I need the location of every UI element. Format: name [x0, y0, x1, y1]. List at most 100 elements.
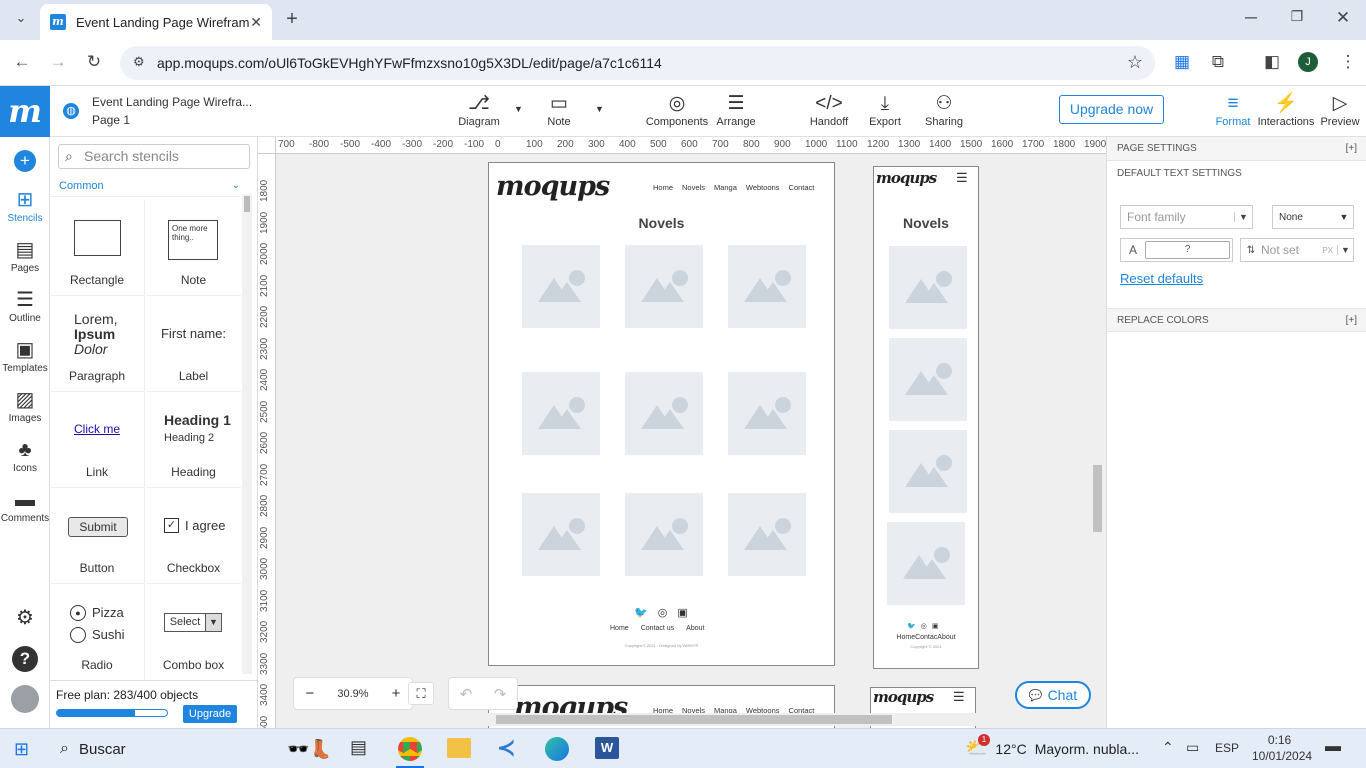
font-size-field[interactable]: A ? [1120, 238, 1233, 262]
edge-icon[interactable] [545, 737, 569, 761]
image-placeholder[interactable] [728, 245, 806, 328]
new-tab-icon[interactable]: + [277, 8, 307, 31]
extensions-puzzle-icon[interactable]: ⧉ [1203, 52, 1233, 72]
window-close-icon[interactable]: ✕ [1328, 8, 1358, 28]
profile-avatar[interactable]: J [1298, 52, 1318, 72]
mobile-facebook-icon[interactable]: ▣ [932, 622, 939, 630]
line-height-field[interactable]: ⇅ Not set PX ▼ [1240, 238, 1354, 262]
image-placeholder[interactable] [522, 372, 600, 455]
rail-images[interactable]: ▨ Images [0, 387, 50, 424]
hamburger-menu-icon[interactable]: ☰ [956, 170, 968, 186]
stencil-note[interactable]: One more thing.. Note [146, 200, 241, 296]
taskbar-search[interactable]: ⌕ Buscar 🕶️👢 [48, 733, 338, 765]
image-placeholder[interactable] [625, 372, 703, 455]
arrange-tool[interactable]: ☰ Arrange [701, 92, 771, 128]
weather-widget[interactable]: ⛅ 1 12°C Mayorm. nubla... [965, 734, 1139, 759]
side-panel-icon[interactable]: ◧ [1257, 52, 1287, 72]
rail-pages[interactable]: ▤ Pages [0, 237, 50, 274]
preview-tab[interactable]: ▷ Preview [1305, 92, 1366, 128]
redo-icon[interactable]: ↷ [494, 685, 507, 703]
desktop-page-frame[interactable]: moqups Home Novels Manga Webtoons Contac… [488, 162, 835, 666]
restore-icon[interactable]: ❐ [1282, 8, 1312, 25]
stencils-scrollbar[interactable] [242, 194, 252, 674]
minimize-icon[interactable]: ─ [1236, 8, 1266, 28]
undo-icon[interactable]: ↶ [460, 685, 473, 703]
image-placeholder[interactable] [625, 245, 703, 328]
image-placeholder[interactable] [625, 493, 703, 576]
back-icon[interactable]: ← [7, 52, 37, 72]
language-indicator[interactable]: ESP [1215, 741, 1239, 755]
vscode-icon[interactable]: ≺ [497, 735, 515, 761]
mobile-instagram-icon[interactable]: ◎ [921, 622, 927, 630]
vertical-scroll-thumb[interactable] [1093, 465, 1102, 532]
file-explorer-icon[interactable] [447, 738, 471, 758]
task-view-icon[interactable]: ▤ [350, 737, 367, 758]
mobile-page-frame[interactable]: moqups ☰ Novels 🐦 ◎ ▣ HomeContacAbout Co… [873, 166, 979, 669]
tray-chevron-icon[interactable]: ⌃ [1162, 739, 1174, 756]
horizontal-scroll-thumb[interactable] [496, 715, 892, 724]
notifications-icon[interactable]: ▬ [1325, 738, 1341, 756]
diagram-tool[interactable]: ⎇ Diagram [444, 92, 514, 128]
font-style-select[interactable]: None ▼ [1272, 205, 1354, 229]
word-icon[interactable]: W [595, 737, 619, 759]
extension-grid-icon[interactable]: ▦ [1167, 52, 1197, 72]
image-placeholder[interactable] [522, 493, 600, 576]
reload-icon[interactable]: ↻ [79, 52, 109, 72]
sharing-tool[interactable]: ⚇ Sharing [909, 92, 979, 128]
diagram-dropdown-icon[interactable]: ▼ [514, 104, 523, 114]
stencil-label[interactable]: First name: Label [146, 296, 241, 392]
stencil-heading[interactable]: Heading 1 Heading 2 Heading [146, 392, 241, 488]
image-placeholder[interactable] [887, 522, 965, 605]
nav-manga[interactable]: Manga [714, 183, 737, 192]
zoom-out-icon[interactable]: − [306, 685, 315, 702]
image-placeholder[interactable] [522, 245, 600, 328]
help-icon[interactable]: ? [12, 646, 38, 672]
settings-gear-icon[interactable]: ⚙ [0, 605, 50, 631]
rail-comments[interactable]: ▬ Comments [0, 487, 50, 524]
forward-icon[interactable]: → [43, 52, 73, 72]
hamburger-menu-icon-2[interactable]: ☰ [953, 689, 965, 705]
upgrade-now-button[interactable]: Upgrade now [1059, 95, 1164, 124]
font-family-select[interactable]: Font family ▼ [1120, 205, 1253, 229]
image-placeholder[interactable] [889, 246, 967, 329]
rail-templates[interactable]: ▣ Templates [0, 337, 50, 374]
bookmark-star-icon[interactable]: ☆ [1127, 52, 1143, 73]
note-tool[interactable]: ▭ Note [524, 92, 594, 128]
clock[interactable]: 0:16 10/01/2024 [1252, 732, 1312, 764]
moqups-logo[interactable]: m [0, 86, 50, 137]
project-name[interactable]: Event Landing Page Wirefra... [92, 95, 252, 109]
rail-icons[interactable]: ♣ Icons [0, 437, 50, 474]
tab-close-icon[interactable]: ✕ [250, 14, 262, 31]
facebook-icon[interactable]: ▣ [677, 606, 687, 619]
replace-colors-section[interactable]: REPLACE COLORS [+] [1107, 308, 1366, 332]
image-placeholder[interactable] [889, 430, 967, 513]
rail-stencils[interactable]: ⊞ Stencils [0, 187, 50, 224]
horizontal-scrollbar[interactable] [286, 713, 1086, 726]
stencil-link[interactable]: Click me Link [50, 392, 145, 488]
chrome-taskbar-icon[interactable] [398, 737, 422, 761]
image-placeholder[interactable] [728, 372, 806, 455]
reset-defaults-link[interactable]: Reset defaults [1120, 271, 1203, 286]
globe-icon[interactable]: ◍ [63, 103, 79, 119]
user-avatar[interactable] [11, 685, 39, 713]
url-field[interactable]: ⚙ app.moqups.com/oUl6ToGkEVHghYFwFfmzxsn… [120, 46, 1155, 80]
stencil-button[interactable]: Submit Button [50, 488, 145, 584]
zoom-in-icon[interactable]: + [392, 685, 401, 702]
image-placeholder[interactable] [889, 338, 967, 421]
stencil-checkbox[interactable]: ✓ I agree Checkbox [146, 488, 241, 584]
zoom-level[interactable]: 30.9% [337, 688, 368, 700]
plan-upgrade-button[interactable]: Upgrade [183, 705, 237, 723]
mobile-twitter-icon[interactable]: 🐦 [907, 622, 916, 630]
search-stencils-input[interactable]: ⌕ Search stencils [58, 144, 250, 169]
image-placeholder[interactable] [728, 493, 806, 576]
stencil-rectangle[interactable]: Rectangle [50, 200, 145, 296]
chrome-menu-icon[interactable]: ⋮ [1333, 52, 1363, 72]
page-name[interactable]: Page 1 [92, 113, 130, 127]
stencil-paragraph[interactable]: Lorem, Ipsum Dolor Paragraph [50, 296, 145, 392]
canvas[interactable]: 700 -800 -500 -400 -300 -200 -100 0 100 200 300 400… [258, 137, 1106, 728]
site-info-icon[interactable]: ⚙ [133, 54, 145, 70]
windows-start-icon[interactable]: ⊞ [14, 739, 29, 760]
nav-novels[interactable]: Novels [682, 183, 705, 192]
vertical-scrollbar[interactable] [1091, 162, 1104, 710]
nav-contact[interactable]: Contact [789, 183, 815, 192]
